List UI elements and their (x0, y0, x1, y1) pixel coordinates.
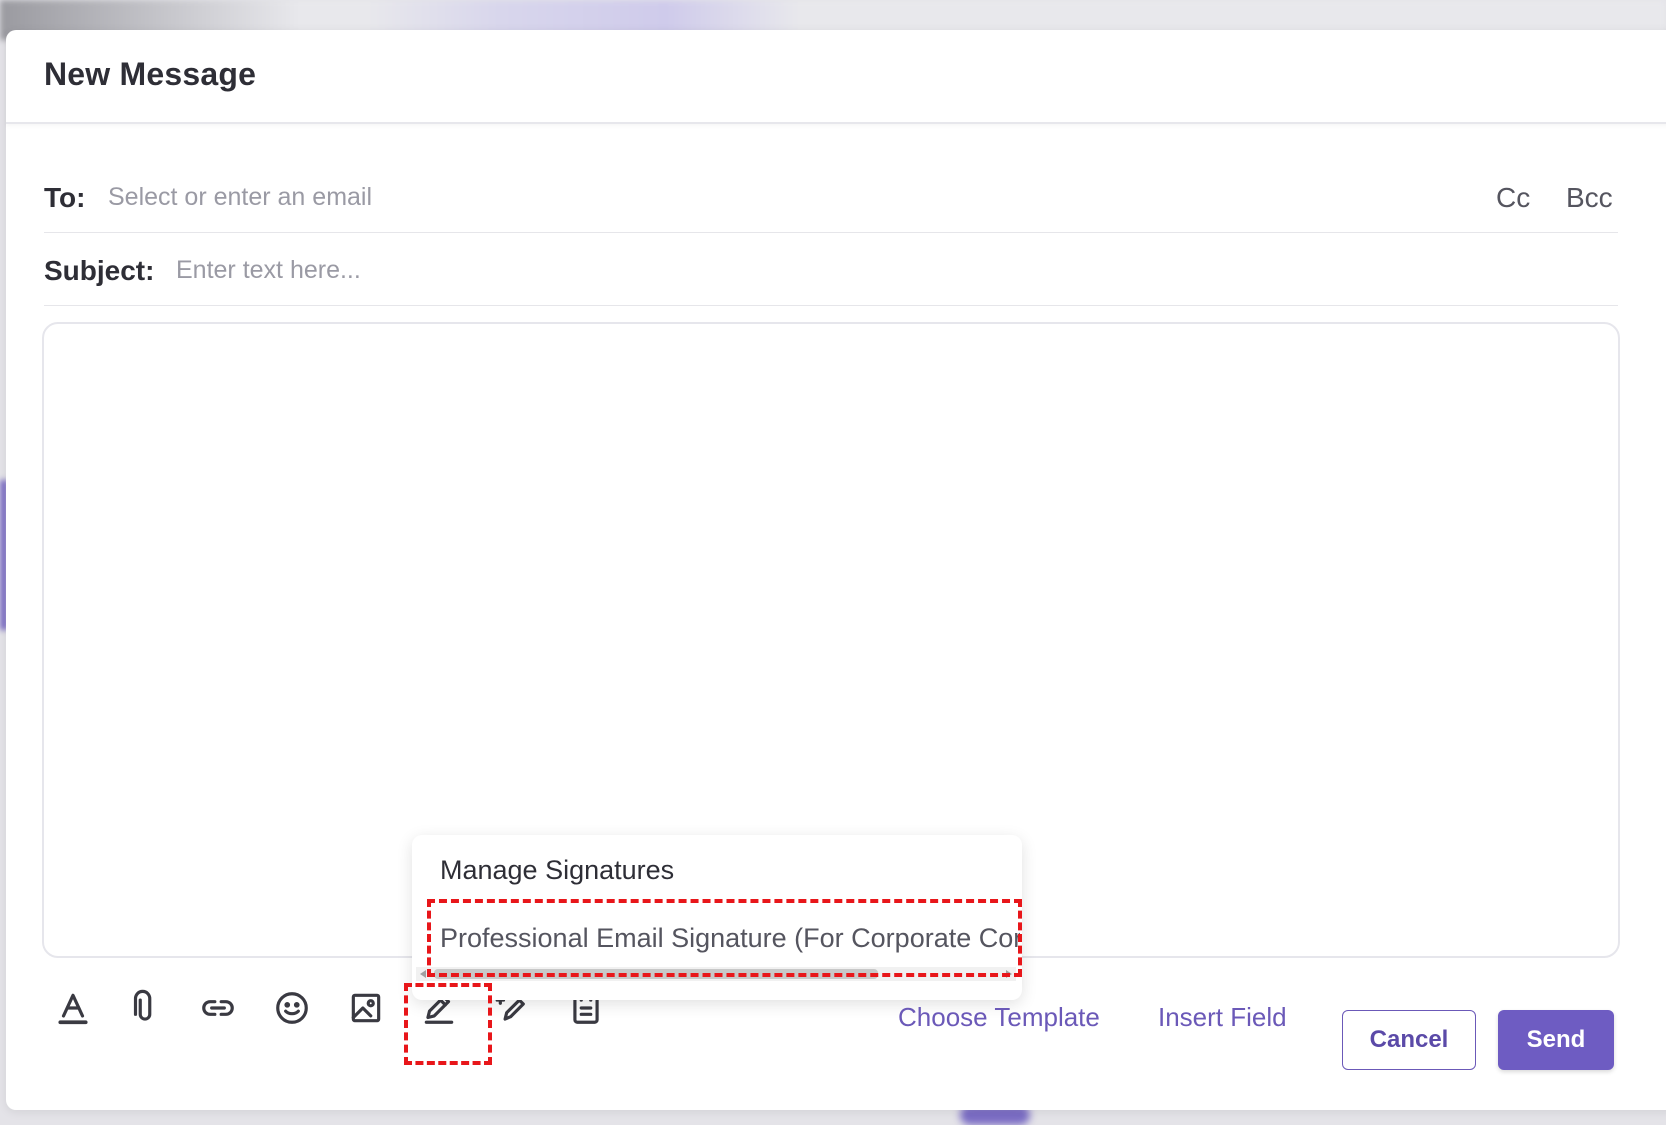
to-label: To: (44, 182, 86, 213)
subject-label: Subject: (44, 255, 155, 286)
insert-field-button[interactable]: Insert Field (1158, 1002, 1287, 1033)
to-input[interactable] (106, 176, 1310, 218)
scroll-right-arrow-icon[interactable] (1006, 970, 1012, 978)
subject-row: Subject: (44, 233, 1618, 306)
choose-template-button[interactable]: Choose Template (898, 1002, 1100, 1033)
dialog-header: New Message (6, 30, 1666, 124)
to-row: To: Cc Bcc (44, 160, 1618, 233)
cc-link[interactable]: Cc (1496, 182, 1530, 214)
scroll-left-arrow-icon[interactable] (420, 970, 426, 978)
subject-input[interactable] (174, 249, 1378, 291)
manage-signatures-item[interactable]: Manage Signatures (440, 855, 674, 886)
text-format-icon[interactable] (47, 982, 99, 1034)
link-icon[interactable] (192, 982, 244, 1034)
send-button[interactable]: Send (1498, 1010, 1614, 1070)
attachment-icon[interactable] (119, 982, 171, 1034)
dialog-title: New Message (44, 56, 257, 92)
cancel-button[interactable]: Cancel (1342, 1010, 1476, 1070)
emoji-icon[interactable] (266, 982, 318, 1034)
signature-menu: Manage Signatures Professional Email Sig… (412, 835, 1022, 1000)
horizontal-scrollbar[interactable] (416, 967, 1016, 981)
image-icon[interactable] (340, 982, 392, 1034)
signature-item[interactable]: Professional Email Signature (For Corpor… (440, 923, 1020, 954)
scrollbar-thumb[interactable] (434, 969, 878, 979)
bcc-link[interactable]: Bcc (1566, 182, 1613, 214)
